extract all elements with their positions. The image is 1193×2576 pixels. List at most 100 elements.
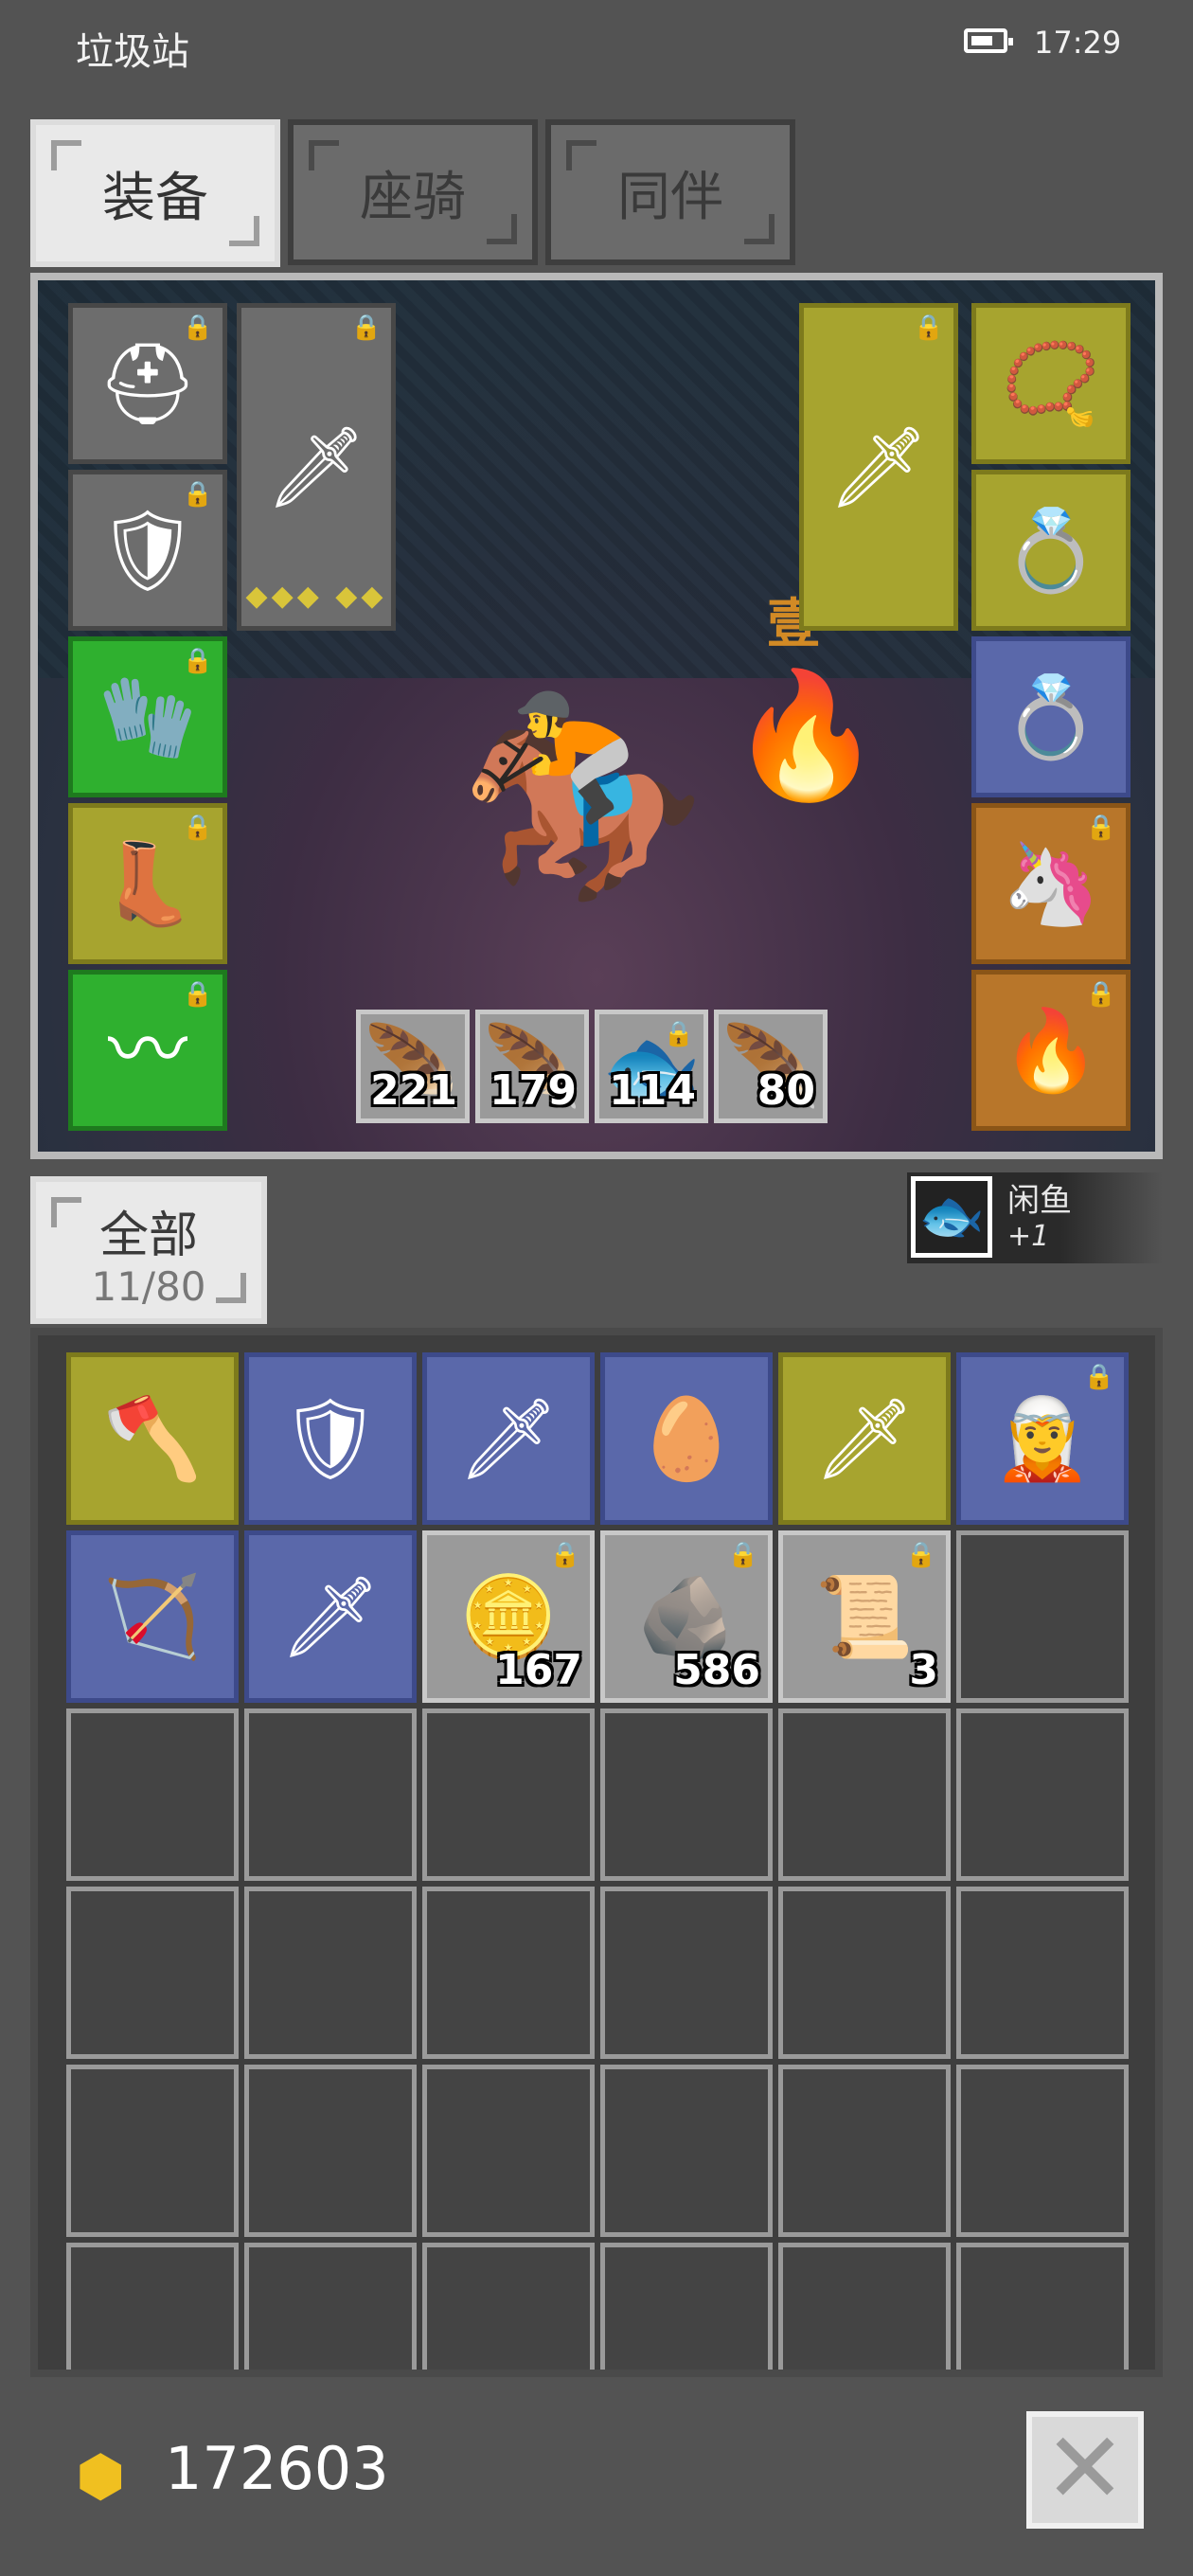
lock-icon: 🔒 (663, 1020, 694, 1048)
tab-companion[interactable]: 同伴 (545, 119, 795, 265)
empty-inventory-slot[interactable] (956, 1708, 1129, 1881)
silver-egg-icon: 🥚 (636, 1392, 737, 1485)
copper-ore-icon: 🪨 (636, 1570, 737, 1663)
item-slot[interactable]: 🥚 (600, 1352, 773, 1525)
empty-inventory-slot[interactable] (600, 1708, 773, 1881)
item-slot[interactable]: 🧝 🔒 (956, 1352, 1129, 1525)
empty-inventory-slot[interactable] (956, 2065, 1129, 2237)
battery-icon (964, 28, 1013, 53)
empty-inventory-slot[interactable] (66, 1887, 239, 2059)
empty-inventory-slot[interactable] (66, 2243, 239, 2370)
item-slot[interactable]: 🗡 (244, 1530, 417, 1703)
dagger-icon: 🗡 (279, 1570, 382, 1663)
lock-icon: 🔒 (1085, 980, 1116, 1009)
close-button[interactable]: ✕ (1026, 2411, 1144, 2529)
empty-inventory-slot[interactable] (244, 1708, 417, 1881)
lock-icon: 🔒 (182, 480, 213, 509)
dagger-icon: 🗡 (813, 1392, 916, 1485)
empty-inventory-slot[interactable] (956, 2243, 1129, 2370)
hero-sprite: 🏇 (458, 680, 706, 912)
filter-label: 全部 (98, 1208, 198, 1264)
empty-inventory-slot[interactable] (956, 1530, 1129, 1703)
empty-inventory-slot[interactable] (778, 2243, 951, 2370)
empty-inventory-slot[interactable] (422, 1887, 595, 2059)
item-gain-notification: 🐟 闲鱼 +1 (907, 1172, 1163, 1263)
warrior-portrait-icon: 🧝 (992, 1392, 1093, 1485)
notification-quantity: +1 (1007, 1220, 1050, 1253)
gold-necklace-icon: 📿 (1001, 337, 1101, 430)
item-slot[interactable]: 〰 🔒 (68, 970, 227, 1131)
empty-inventory-slot[interactable] (778, 1887, 951, 2059)
empty-inventory-slot[interactable] (422, 2065, 595, 2237)
item-slot[interactable]: 🗡 🔒 ◆◆◆ ◆◆ (237, 303, 396, 631)
item-slot[interactable]: 🪶 179 (475, 1010, 589, 1123)
gold-ring-icon: 💍 (1001, 504, 1101, 597)
leather-boots-icon: 👢 (98, 837, 198, 930)
iron-sword-icon: 🗡 (828, 420, 930, 513)
item-slot[interactable]: 🗡 🔒 (799, 303, 958, 631)
item-count: 3 (909, 1646, 938, 1694)
lock-icon: 🔒 (549, 1541, 580, 1569)
empty-inventory-slot[interactable] (66, 1708, 239, 1881)
dark-armor-icon: 🛡 (279, 1392, 382, 1485)
item-slot[interactable]: 🗡 (422, 1352, 595, 1525)
steel-sword-icon: 🗡 (265, 420, 367, 513)
gold-ore-icon: 🪙 (458, 1570, 559, 1663)
empty-inventory-slot[interactable] (778, 1708, 951, 1881)
item-count: 167 (495, 1646, 582, 1694)
empty-inventory-slot[interactable] (244, 2065, 417, 2237)
item-slot[interactable]: 👢 🔒 (68, 803, 227, 964)
item-slot[interactable]: 📜 🔒 3 (778, 1530, 951, 1703)
empty-inventory-slot[interactable] (244, 2243, 417, 2370)
item-count: 179 (490, 1066, 577, 1115)
item-slot[interactable]: 🪶 221 (356, 1010, 470, 1123)
item-slot[interactable]: 🔥 🔒 (971, 970, 1131, 1131)
item-slot[interactable]: 📿 (971, 303, 1131, 464)
filter-all-tab[interactable]: 全部 11/80 (30, 1176, 267, 1324)
lock-icon: 🔒 (913, 313, 944, 342)
lock-icon: 🔒 (182, 647, 213, 675)
item-slot[interactable]: 🛡 🔒 (68, 470, 227, 631)
app-title: 垃圾站 (76, 30, 189, 74)
gold-pile-icon: ⬢ (76, 2443, 126, 2510)
lock-icon: 🔒 (1083, 1363, 1114, 1391)
item-slot[interactable]: 🧤 🔒 (68, 636, 227, 797)
dark-armor-icon: 🛡 (97, 504, 199, 597)
empty-inventory-slot[interactable] (600, 1887, 773, 2059)
inventory-grid: 🪓 🛡 🗡 🥚 🗡 🧝 🔒 🏹 🗡 🪙 🔒 167 🪨 🔒 586 📜 🔒 3 (30, 1328, 1163, 2377)
item-slot[interactable]: 🐟 🔒 114 (595, 1010, 708, 1123)
empty-inventory-slot[interactable] (778, 2065, 951, 2237)
item-slot[interactable]: 💍 (971, 636, 1131, 797)
item-slot[interactable]: 🪙 🔒 167 (422, 1530, 595, 1703)
item-slot[interactable]: 🦄 🔒 (971, 803, 1131, 964)
item-count: 80 (757, 1066, 815, 1115)
empty-inventory-slot[interactable] (422, 1708, 595, 1881)
empty-inventory-slot[interactable] (956, 1887, 1129, 2059)
tab-equipment[interactable]: 装备 (30, 119, 280, 267)
empty-inventory-slot[interactable] (600, 2243, 773, 2370)
lock-icon: 🔒 (350, 313, 382, 342)
companion-sprite: 🔥 (729, 663, 882, 807)
item-slot[interactable]: 🪓 (66, 1352, 239, 1525)
tab-mount[interactable]: 座骑 (288, 119, 538, 265)
halberd-icon: 🪓 (102, 1392, 203, 1485)
item-slot[interactable]: 🗡 (778, 1352, 951, 1525)
item-slot[interactable]: 🛡 (244, 1352, 417, 1525)
horned-helmet-icon: ⛑ (97, 337, 199, 430)
item-slot[interactable]: 🏹 (66, 1530, 239, 1703)
empty-inventory-slot[interactable] (66, 2065, 239, 2237)
crystal-gauntlet-icon: 🧤 (98, 671, 198, 763)
item-slot[interactable]: 💍 (971, 470, 1131, 631)
mount-unicorn-icon: 🦄 (1001, 837, 1101, 930)
empty-inventory-slot[interactable] (600, 2065, 773, 2237)
lock-icon: 🔒 (182, 313, 213, 342)
empty-inventory-slot[interactable] (244, 1887, 417, 2059)
socket-gems: ◆◆◆ ◆◆ (245, 580, 387, 613)
gold-ring-icon: 💍 (1001, 671, 1101, 763)
item-count: 586 (673, 1646, 760, 1694)
item-slot[interactable]: 🪶 80 (714, 1010, 828, 1123)
item-slot[interactable]: ⛑ 🔒 (68, 303, 227, 464)
empty-inventory-slot[interactable] (422, 2243, 595, 2370)
item-slot[interactable]: 🪨 🔒 586 (600, 1530, 773, 1703)
lock-icon: 🔒 (905, 1541, 936, 1569)
